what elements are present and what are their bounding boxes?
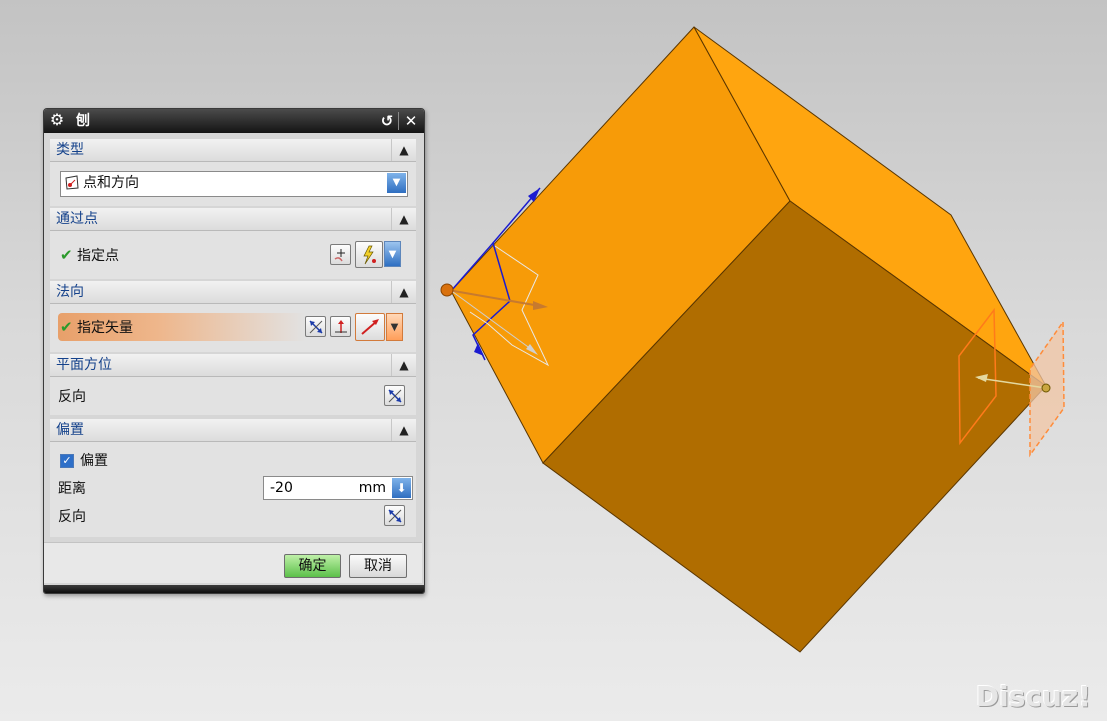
chevron-up-icon[interactable]: ▲ — [391, 208, 416, 230]
section-through-point-label: 通过点 — [56, 211, 98, 227]
arrow-down-icon[interactable]: ⬇ — [392, 478, 411, 498]
reverse-arrows-icon — [388, 509, 402, 523]
point-dialog-button[interactable] — [330, 244, 351, 265]
specify-point-row[interactable]: ✔ 指定点 — [60, 246, 119, 265]
section-offset-label: 偏置 — [56, 422, 84, 438]
chevron-up-icon[interactable]: ▲ — [391, 281, 416, 303]
plane-point[interactable] — [1041, 383, 1051, 393]
plane-dialog: ⚙ 刨 ↺ ✕ 类型 ▲ 点和方向 ▼ 通过点 ▲ ✔ 指定点 ▼ 法向 ▲ ✔… — [43, 108, 425, 594]
section-orientation-body: 反向 — [50, 377, 416, 415]
section-normal-label: 法向 — [56, 284, 84, 300]
dialog-title: 刨 — [76, 113, 90, 129]
close-icon[interactable]: ✕ — [401, 111, 421, 131]
offset-checkbox-label: 偏置 — [80, 453, 108, 469]
vector-constructor-icon — [335, 320, 347, 333]
section-through-point-body: ✔ 指定点 ▼ — [50, 231, 416, 279]
distance-label: 距离 — [58, 481, 86, 497]
ok-button[interactable]: 确定 — [284, 554, 341, 578]
plane-type-icon — [65, 175, 79, 190]
gear-icon[interactable]: ⚙ — [48, 111, 66, 129]
vector-dialog-button[interactable] — [330, 316, 351, 337]
section-normal-header[interactable]: 法向 ▲ — [50, 281, 416, 304]
section-type-label: 类型 — [56, 142, 84, 158]
titlebar-divider — [398, 112, 399, 130]
chevron-down-icon[interactable]: ▼ — [384, 241, 401, 267]
section-through-point-header[interactable]: 通过点 ▲ — [50, 208, 416, 231]
distance-input[interactable]: -20 mm ⬇ — [263, 476, 413, 500]
specify-vector-text: ✔ 指定矢量 — [60, 318, 133, 337]
dialog-button-bar: 确定 取消 — [44, 542, 422, 583]
offset-reverse-button[interactable] — [384, 505, 405, 526]
reset-icon[interactable]: ↺ — [377, 111, 397, 131]
type-select[interactable]: 点和方向 ▼ — [60, 171, 408, 197]
section-offset-header[interactable]: 偏置 ▲ — [50, 419, 416, 442]
reverse-direction-button[interactable] — [305, 316, 326, 337]
orientation-reverse-button[interactable] — [384, 385, 405, 406]
inferred-point-button[interactable] — [355, 241, 383, 268]
chevron-up-icon[interactable]: ▲ — [391, 139, 416, 161]
checkmark-icon: ✔ — [60, 246, 73, 264]
orientation-reverse-label: 反向 — [58, 389, 86, 405]
dialog-footer — [44, 585, 424, 593]
type-select-value: 点和方向 — [83, 175, 139, 191]
cancel-button[interactable]: 取消 — [349, 554, 407, 578]
reverse-arrows-icon — [388, 389, 402, 403]
orange-cube[interactable] — [450, 26, 1047, 653]
section-normal-body: ✔ 指定矢量 ▼ — [50, 304, 416, 352]
specify-vector-row[interactable]: ✔ 指定矢量 — [58, 313, 306, 341]
origin-point[interactable] — [440, 283, 454, 297]
distance-value: -20 — [270, 480, 293, 496]
reverse-arrows-icon — [309, 320, 323, 334]
inferred-vector-button[interactable] — [355, 313, 385, 341]
watermark: Discuz! — [975, 680, 1091, 713]
lightning-point-icon — [363, 245, 376, 265]
chevron-up-icon[interactable]: ▲ — [391, 419, 416, 441]
chevron-down-icon[interactable]: ▼ — [387, 173, 406, 193]
section-orientation-label: 平面方位 — [56, 357, 112, 373]
chevron-up-icon[interactable]: ▲ — [391, 354, 416, 376]
chevron-down-icon[interactable]: ▼ — [386, 313, 403, 341]
offset-reverse-label: 反向 — [58, 509, 86, 525]
specify-point-label: 指定点 — [77, 248, 120, 264]
checkmark-icon: ✔ — [60, 318, 73, 336]
offset-checkbox[interactable]: ✓ — [60, 454, 74, 468]
vector-arrow-icon — [361, 319, 379, 335]
section-orientation-header[interactable]: 平面方位 ▲ — [50, 354, 416, 377]
dialog-titlebar[interactable]: ⚙ 刨 ↺ ✕ — [44, 109, 424, 133]
specify-vector-label: 指定矢量 — [77, 320, 134, 336]
section-type-header[interactable]: 类型 ▲ — [50, 139, 416, 162]
distance-unit: mm — [358, 480, 386, 496]
point-constructor-icon — [334, 249, 345, 262]
section-offset-body: ✓ 偏置 距离 -20 mm ⬇ 反向 — [50, 442, 416, 537]
